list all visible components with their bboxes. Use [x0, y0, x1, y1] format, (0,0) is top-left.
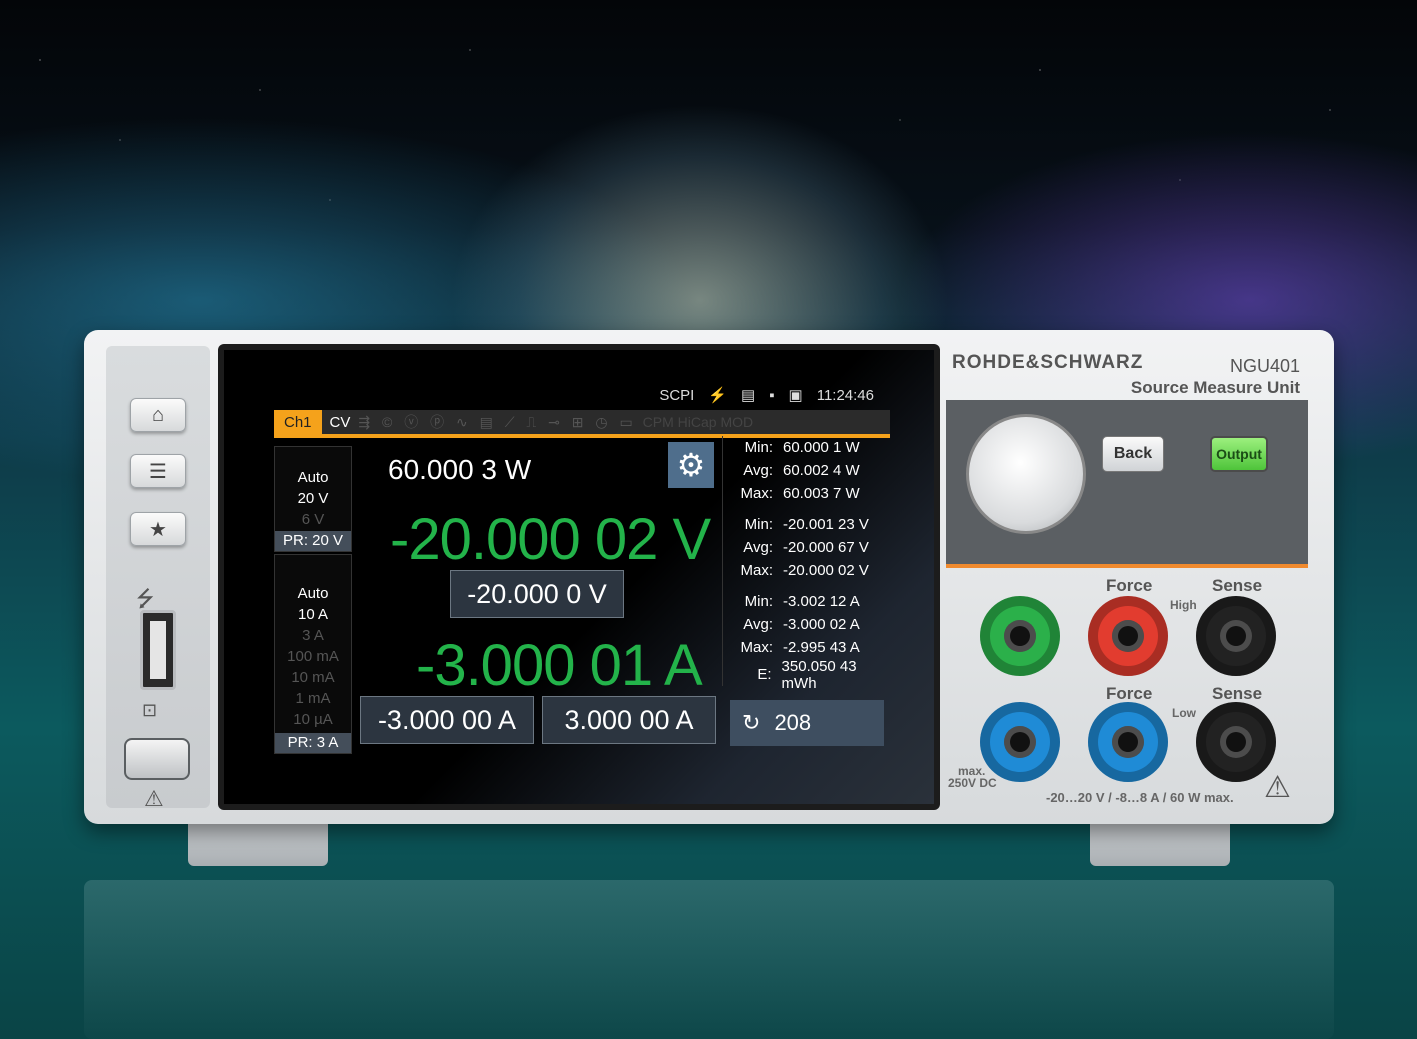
power-max: 60.003 7 W	[783, 485, 860, 502]
tab-ch1[interactable]: Ch1	[274, 410, 322, 434]
background-stars	[0, 0, 1417, 340]
home-button[interactable]: ⌂	[130, 398, 186, 432]
sense-low-label: Sense	[1212, 684, 1263, 703]
refresh-icon: ↻	[742, 710, 761, 735]
voltage-min-label: Min:	[744, 516, 773, 533]
settings-icon: ⚙	[676, 447, 706, 483]
scpi-status: SCPI	[659, 386, 695, 404]
rotary-knob[interactable]	[966, 414, 1086, 534]
voltage-setpoint[interactable]: -20.000 0 V	[450, 570, 624, 618]
voltage-reading: -20.000 02 V	[390, 507, 711, 572]
device-foot-left	[188, 820, 328, 866]
power-min: 60.000 1 W	[783, 439, 860, 456]
voltage-max-label: Max:	[740, 562, 773, 579]
ground-terminal-green[interactable]	[980, 596, 1060, 676]
current-range-1ma: 1 mA	[295, 690, 331, 707]
voltage-avg-label: Avg:	[743, 539, 773, 556]
statistics-panel: Min: 60.000 1 W Avg: 60.002 4 W Max: 60.003…	[722, 436, 892, 692]
current-min-label: Min:	[744, 593, 773, 610]
favorite-button[interactable]: ★	[130, 512, 186, 546]
voltage-preset-range: PR: 20 V	[275, 531, 351, 551]
instrument-body: ⌂ ☰ ★ ⭍ ⊡ ⚠ SCPI ⚡ ▤ ▪ ▣ 11:24:46 Ch1 CV…	[84, 330, 1334, 824]
voltage-range-selector[interactable]: Auto 20 V 6 V PR: 20 V	[274, 446, 352, 552]
force-low-label: Force	[1106, 684, 1153, 703]
power-min-label: Min:	[744, 439, 773, 456]
current-avg-label: Avg:	[743, 616, 773, 633]
high-label: High	[1170, 598, 1197, 612]
back-button[interactable]: Back	[1102, 436, 1164, 472]
voltage-range-20v: 20 V	[297, 490, 329, 507]
current-min: -3.002 12 A	[783, 593, 860, 610]
sense-high-terminal[interactable]	[1196, 596, 1276, 676]
counter-value: 208	[774, 710, 812, 735]
output-button[interactable]: Output	[1210, 436, 1268, 472]
warning-icon: ⚠	[144, 786, 164, 811]
current-reading: -3.000 01 A	[416, 633, 703, 698]
current-avg: -3.000 02 A	[783, 616, 860, 633]
voltage-range-auto: Auto	[297, 469, 329, 486]
current-limit-low[interactable]: -3.000 00 A	[360, 696, 534, 744]
lan-icon: ▣	[788, 387, 803, 404]
channel-tab-bar: Ch1 CV ⇶ © ⓥ ⓟ ∿ ▤ ⟋ ⎍ ⊸ ⊞ ◷ ▭ CPM HiCap…	[274, 410, 890, 438]
power-reading: 60.000 3 W	[388, 454, 532, 485]
usb-port[interactable]	[140, 610, 176, 690]
faded-modes: CPM HiCap MOD	[642, 414, 754, 430]
sense-high-label: Sense	[1212, 576, 1263, 595]
ground-terminal-blue[interactable]	[980, 702, 1060, 782]
mode-cv[interactable]: CV	[322, 414, 359, 431]
left-panel: ⌂ ☰ ★ ⭍ ⊡ ⚠	[106, 346, 210, 811]
mode-icons: ⇶ © ⓥ ⓟ ∿ ▤ ⟋ ⎍ ⊸ ⊞ ◷ ▭	[358, 414, 637, 430]
menu-button[interactable]: ☰	[130, 454, 186, 488]
status-bar: SCPI ⚡ ▤ ▪ ▣ 11:24:46	[659, 386, 874, 405]
log-icon: ▤	[741, 387, 756, 404]
model-subtitle: Source Measure Unit	[1130, 378, 1300, 397]
current-range-3a: 3 A	[302, 627, 324, 644]
force-high-label: Force	[1106, 576, 1153, 595]
star-icon: ★	[149, 518, 167, 541]
model-name: NGU401	[1229, 356, 1300, 376]
device-foot-right	[1090, 820, 1230, 866]
current-range-selector[interactable]: Auto 10 A 3 A 100 mA 10 mA 1 mA 10 µA PR…	[274, 554, 352, 754]
power-button[interactable]	[124, 738, 190, 780]
warning-icon: ⚠	[1264, 771, 1291, 804]
screen-bezel: SCPI ⚡ ▤ ▪ ▣ 11:24:46 Ch1 CV ⇶ © ⓥ ⓟ ∿ ▤…	[218, 344, 940, 810]
energy-label: E:	[757, 666, 772, 683]
current-max: -2.995 43 A	[783, 639, 860, 656]
settings-button[interactable]: ⚙	[668, 442, 714, 488]
voltage-avg: -20.000 67 V	[783, 539, 869, 556]
energy-reading: 350.050 43 mWh	[781, 657, 857, 692]
current-preset-range: PR: 3 A	[275, 733, 351, 753]
current-range-10ua: 10 µA	[293, 711, 333, 728]
current-range-auto: Auto	[297, 585, 329, 602]
max-dc-value: 250V DC	[948, 776, 997, 790]
power-avg: 60.002 4 W	[783, 462, 860, 479]
clock: 11:24:46	[816, 386, 874, 404]
current-range-100ma: 100 mA	[287, 648, 339, 665]
control-area: Back Output	[946, 400, 1308, 568]
device-reflection	[84, 880, 1334, 1039]
menu-icon: ☰	[149, 460, 167, 483]
lightning-icon: ⚡	[708, 387, 728, 404]
brand-logo: ROHDE&SCHWARZ	[952, 352, 1144, 373]
low-label: Low	[1172, 706, 1196, 720]
network-icon: ⊡	[142, 700, 158, 720]
voltage-max: -20.000 02 V	[783, 562, 869, 579]
power-avg-label: Avg:	[743, 462, 773, 479]
current-max-label: Max:	[740, 639, 773, 656]
measurement-counter[interactable]: ↻ 208	[730, 700, 884, 746]
home-icon: ⌂	[151, 403, 165, 426]
current-range-10ma: 10 mA	[291, 669, 335, 686]
voltage-range-6v: 6 V	[301, 511, 325, 528]
voltage-min: -20.001 23 V	[783, 516, 869, 533]
usb-status-icon: ▪	[769, 386, 775, 404]
display-screen: SCPI ⚡ ▤ ▪ ▣ 11:24:46 Ch1 CV ⇶ © ⓥ ⓟ ∿ ▤…	[224, 350, 934, 804]
force-low-terminal[interactable]	[1088, 702, 1168, 782]
power-max-label: Max:	[740, 485, 773, 502]
current-limit-high[interactable]: 3.000 00 A	[542, 696, 716, 744]
force-high-terminal[interactable]	[1088, 596, 1168, 676]
rating-label: -20…20 V / -8…8 A / 60 W max.	[1046, 790, 1234, 805]
current-range-10a: 10 A	[297, 606, 329, 623]
